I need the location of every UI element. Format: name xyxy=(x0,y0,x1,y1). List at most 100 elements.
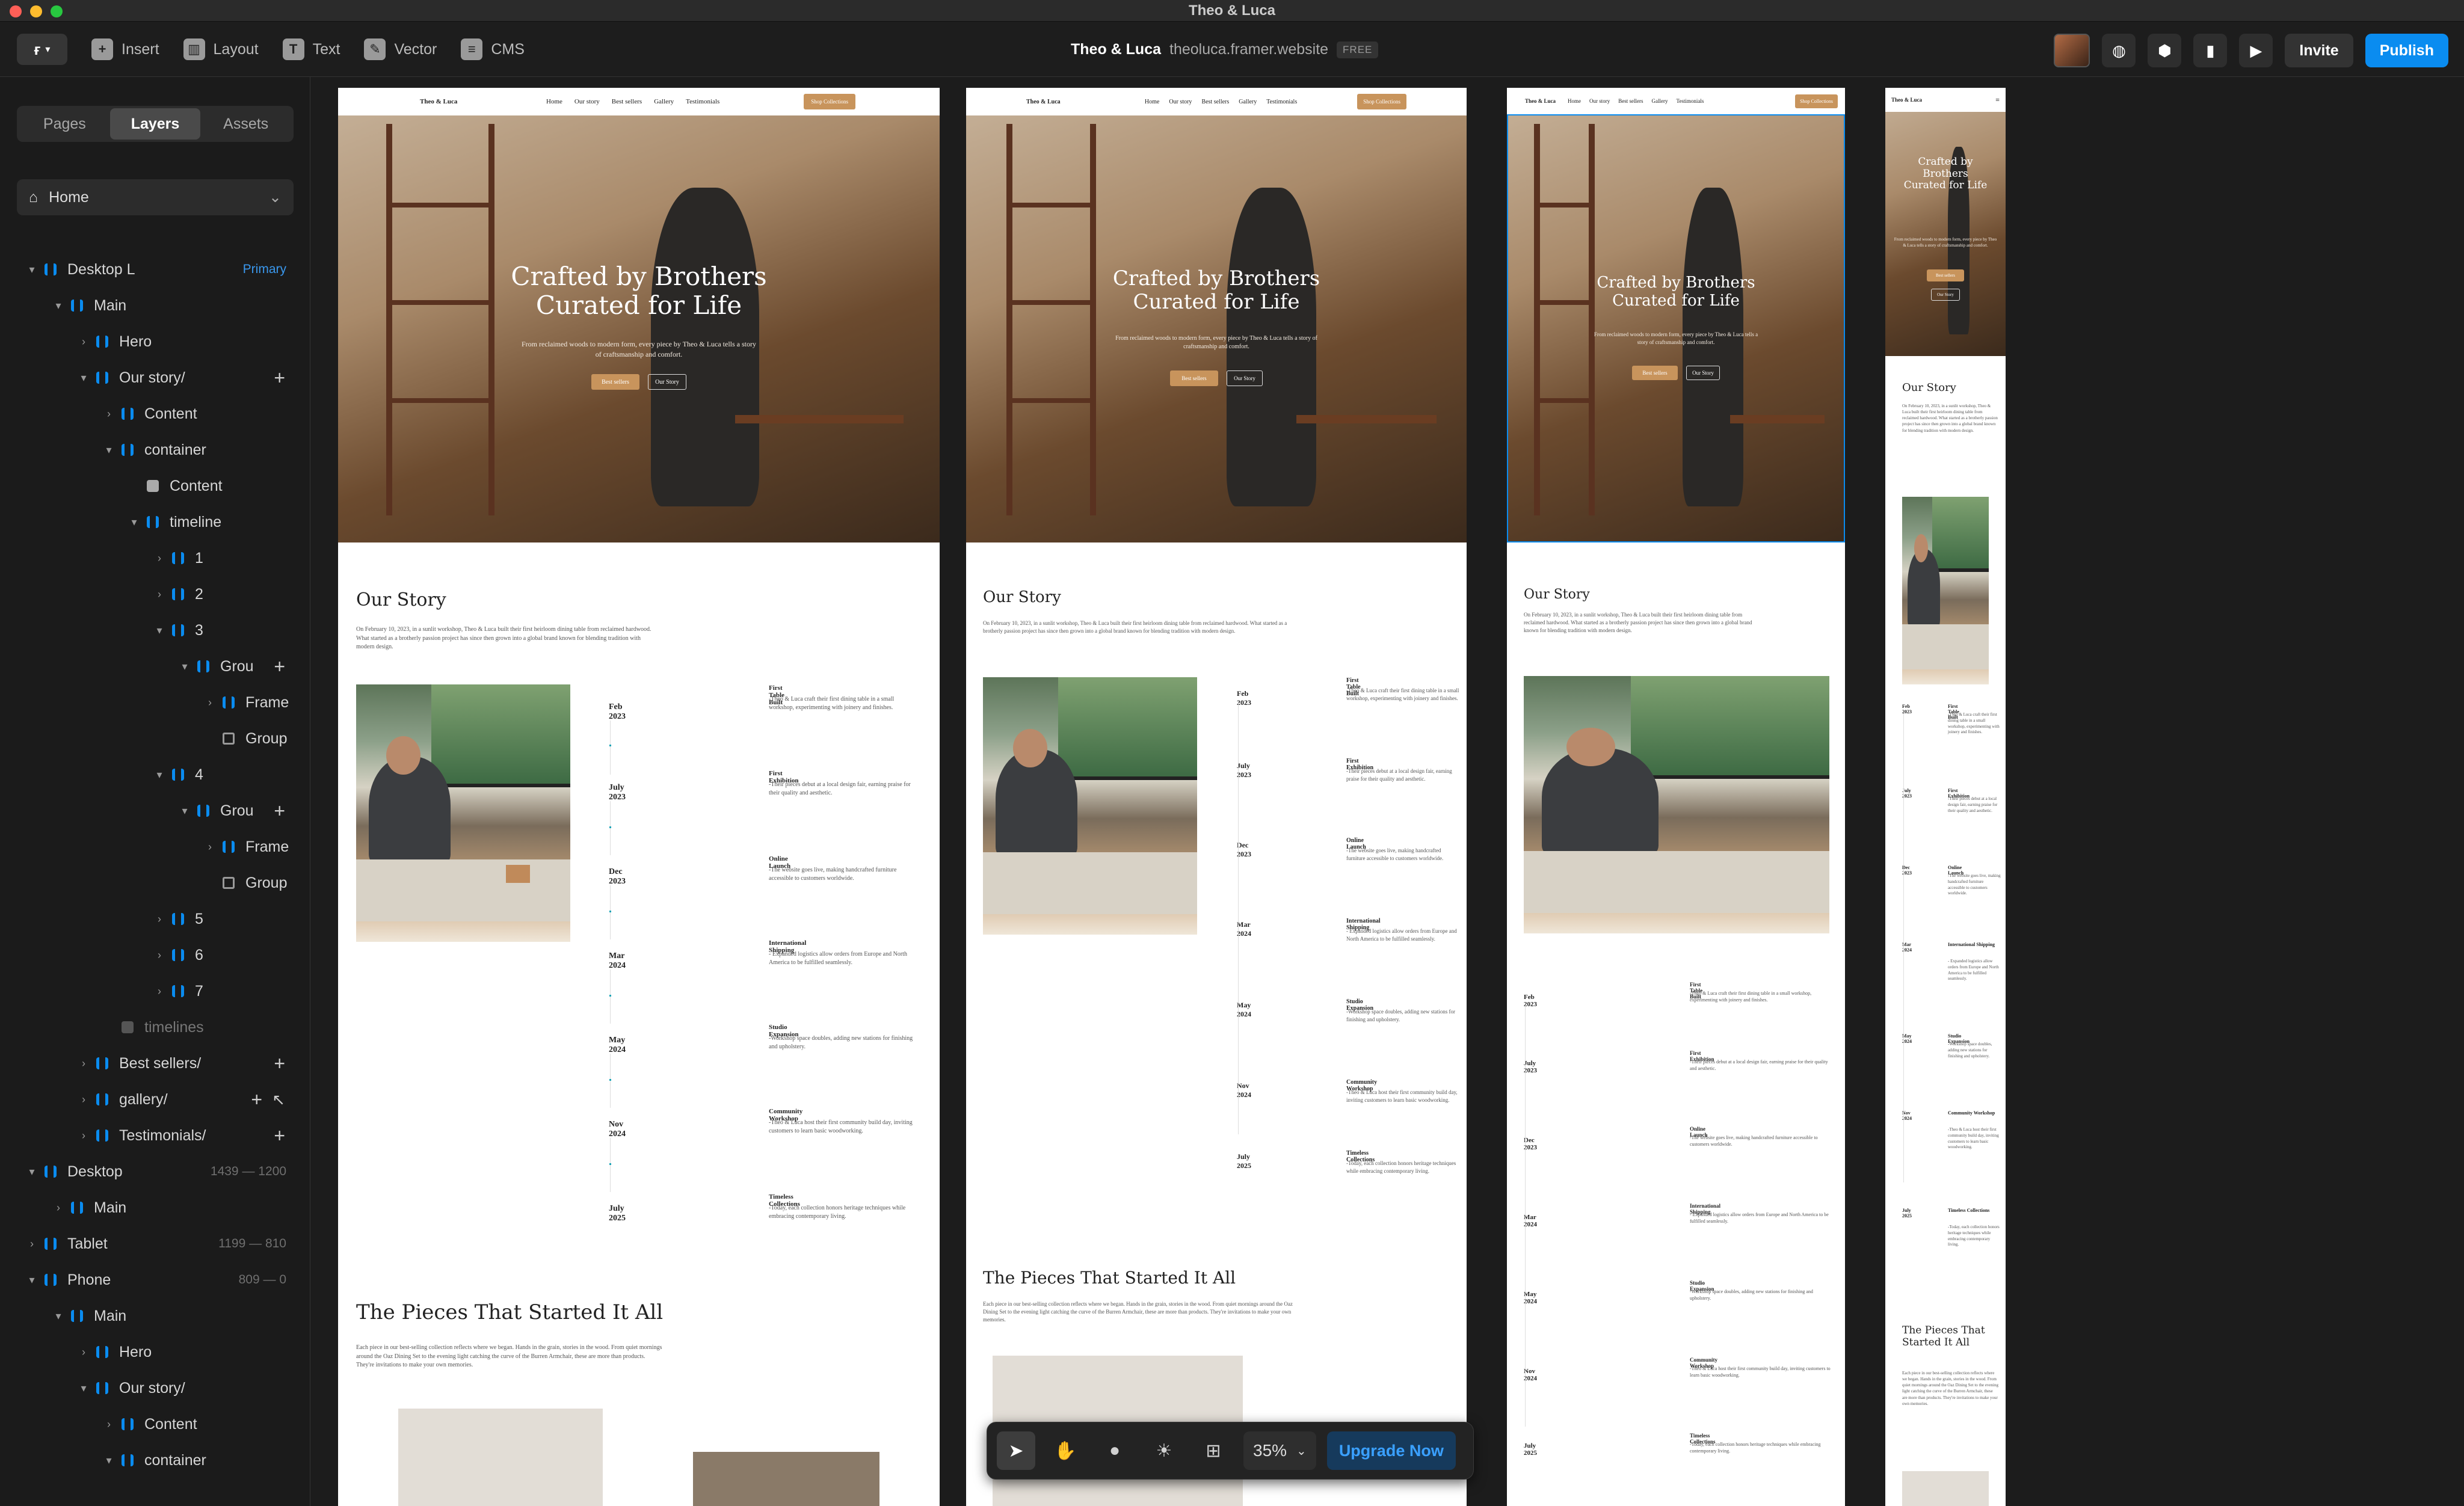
chevron-right-icon[interactable]: › xyxy=(101,1418,117,1431)
brand-logo[interactable]: Theo & Luca xyxy=(1026,99,1061,105)
best-sellers-button[interactable]: Best sellers xyxy=(1927,269,1964,281)
layer-tablet[interactable]: › Tablet 1199 — 810 xyxy=(0,1226,310,1262)
chevron-right-icon[interactable]: › xyxy=(76,1346,91,1359)
chevron-right-icon[interactable]: › xyxy=(152,913,167,926)
minimize-window-button[interactable] xyxy=(30,5,42,17)
layer-4[interactable]: ▾ 4 xyxy=(0,757,310,793)
analytics-icon[interactable]: ▮ xyxy=(2193,34,2228,67)
nav-gallery[interactable]: Gallery xyxy=(1652,98,1668,104)
chevron-down-icon[interactable]: ▾ xyxy=(76,372,91,384)
layer-3[interactable]: ▾ 3 xyxy=(0,612,310,648)
chevron-right-icon[interactable]: › xyxy=(152,588,167,601)
layer-phone[interactable]: ▾ Phone 809 — 0 xyxy=(0,1262,310,1298)
chevron-down-icon[interactable]: ▾ xyxy=(101,1454,117,1467)
layer-main[interactable]: ▾ Main xyxy=(0,287,310,324)
layer-container-phone[interactable]: ▾ container xyxy=(0,1442,310,1478)
settings-icon[interactable]: ⬢ xyxy=(2148,34,2182,67)
layout-button[interactable]: ▥ Layout xyxy=(183,38,259,60)
layer-2[interactable]: › 2 xyxy=(0,576,310,612)
nav-best-sellers[interactable]: Best sellers xyxy=(1201,99,1229,105)
nav-our-story[interactable]: Our story xyxy=(1169,99,1192,105)
select-tool-icon[interactable]: ➤ xyxy=(997,1431,1035,1470)
layer-group-d[interactable]: Group xyxy=(0,865,310,901)
chevron-down-icon[interactable]: ▾ xyxy=(152,769,167,781)
chevron-down-icon[interactable]: ▾ xyxy=(177,660,192,673)
best-sellers-button[interactable]: Best sellers xyxy=(1170,370,1218,386)
chevron-down-icon[interactable]: ▾ xyxy=(51,1310,66,1323)
chevron-right-icon[interactable]: › xyxy=(24,1238,40,1250)
frame-desktop-l[interactable]: Crafted by Brothers Curated for Life From… xyxy=(338,88,940,1506)
chevron-right-icon[interactable]: › xyxy=(152,985,167,998)
hand-tool-icon[interactable]: ✋ xyxy=(1046,1431,1085,1470)
shop-collections-button[interactable]: Shop Collections xyxy=(1795,94,1838,108)
nav-testimonials[interactable]: Testimonials xyxy=(1266,99,1297,105)
zoom-window-button[interactable] xyxy=(51,5,63,17)
nav-home[interactable]: Home xyxy=(1145,99,1159,105)
chevron-down-icon[interactable]: ▾ xyxy=(152,624,167,637)
brand-logo[interactable]: Theo & Luca xyxy=(1891,97,1922,103)
chevron-right-icon[interactable]: › xyxy=(152,552,167,565)
nav-best-sellers[interactable]: Best sellers xyxy=(612,98,642,105)
zoom-control[interactable]: 35% ⌄ xyxy=(1243,1431,1316,1470)
layer-best-sellers[interactable]: › Best sellers/+ xyxy=(0,1045,310,1081)
layer-1[interactable]: › 1 xyxy=(0,540,310,576)
tab-assets[interactable]: Assets xyxy=(200,108,291,140)
add-icon[interactable]: + xyxy=(274,800,285,822)
layer-content[interactable]: › Content xyxy=(0,396,310,432)
layer-group-a[interactable]: ▾ Grou + xyxy=(0,648,310,684)
nav-testimonials[interactable]: Testimonials xyxy=(1677,98,1704,104)
nav-our-story[interactable]: Our story xyxy=(574,98,600,105)
hamburger-menu-icon[interactable]: ≡ xyxy=(1995,96,2000,105)
preview-play-icon[interactable]: ▶ xyxy=(2239,34,2273,67)
chevron-right-icon[interactable]: › xyxy=(76,1093,91,1106)
chevron-right-icon[interactable]: › xyxy=(202,696,218,709)
layer-5[interactable]: › 5 xyxy=(0,901,310,937)
chevron-down-icon[interactable]: ▾ xyxy=(126,516,142,529)
close-window-button[interactable] xyxy=(10,5,22,17)
cms-button[interactable]: ≡ CMS xyxy=(461,38,525,60)
chevron-down-icon[interactable]: ▾ xyxy=(24,263,40,276)
chevron-down-icon[interactable]: ▾ xyxy=(24,1166,40,1178)
tab-layers[interactable]: Layers xyxy=(109,108,201,140)
add-icon[interactable]: + xyxy=(274,656,285,678)
add-icon[interactable]: + xyxy=(274,1125,285,1147)
nav-gallery[interactable]: Gallery xyxy=(654,98,674,105)
chevron-down-icon[interactable]: ▾ xyxy=(24,1274,40,1286)
layer-container[interactable]: ▾ container xyxy=(0,432,310,468)
layer-hero[interactable]: › Hero xyxy=(0,324,310,360)
layer-group-b[interactable]: Group xyxy=(0,721,310,757)
user-avatar[interactable] xyxy=(2054,34,2090,67)
tab-pages[interactable]: Pages xyxy=(19,108,110,140)
chevron-right-icon[interactable]: › xyxy=(152,949,167,962)
add-icon[interactable]: + xyxy=(274,367,285,389)
layer-desktop-l[interactable]: ▾ Desktop L Primary xyxy=(0,251,310,287)
design-canvas[interactable]: Crafted by Brothers Curated for Life From… xyxy=(311,77,2464,1506)
cursor-icon[interactable]: ↖ xyxy=(272,1090,285,1109)
publish-button[interactable]: Publish xyxy=(2365,34,2448,67)
chevron-right-icon[interactable]: › xyxy=(76,336,91,348)
chevron-right-icon[interactable]: › xyxy=(51,1202,66,1214)
vector-button[interactable]: ✎ Vector xyxy=(364,38,437,60)
layer-7[interactable]: › 7 xyxy=(0,973,310,1009)
chevron-down-icon[interactable]: ▾ xyxy=(101,444,117,456)
chevron-down-icon[interactable]: ▾ xyxy=(177,805,192,817)
layer-main-phone[interactable]: ▾ Main xyxy=(0,1298,310,1334)
layer-group-c[interactable]: ▾ Grou + xyxy=(0,793,310,829)
layer-our-story-phone[interactable]: ▾ Our story/ xyxy=(0,1370,310,1406)
layer-desktop[interactable]: ▾ Desktop 1439 — 1200 xyxy=(0,1154,310,1190)
add-icon[interactable]: + xyxy=(274,1053,285,1075)
layer-timeline[interactable]: ▾ timeline xyxy=(0,504,310,540)
page-selector[interactable]: ⌂ Home ⌄ xyxy=(17,179,294,215)
chevron-right-icon[interactable]: › xyxy=(76,1057,91,1070)
nav-best-sellers[interactable]: Best sellers xyxy=(1618,98,1643,104)
globe-icon[interactable]: ◍ xyxy=(2102,34,2136,67)
our-story-button[interactable]: Our Story xyxy=(1227,370,1263,386)
layer-content-phone[interactable]: › Content xyxy=(0,1406,310,1442)
comment-tool-icon[interactable]: ● xyxy=(1095,1431,1134,1470)
chevron-right-icon[interactable]: › xyxy=(202,841,218,853)
layer-main-desktop[interactable]: › Main xyxy=(0,1190,310,1226)
theme-toggle-icon[interactable]: ☀ xyxy=(1145,1431,1183,1470)
chevron-down-icon[interactable]: ▾ xyxy=(51,300,66,312)
chevron-right-icon[interactable]: › xyxy=(101,408,117,420)
shop-collections-button[interactable]: Shop Collections xyxy=(804,94,855,109)
